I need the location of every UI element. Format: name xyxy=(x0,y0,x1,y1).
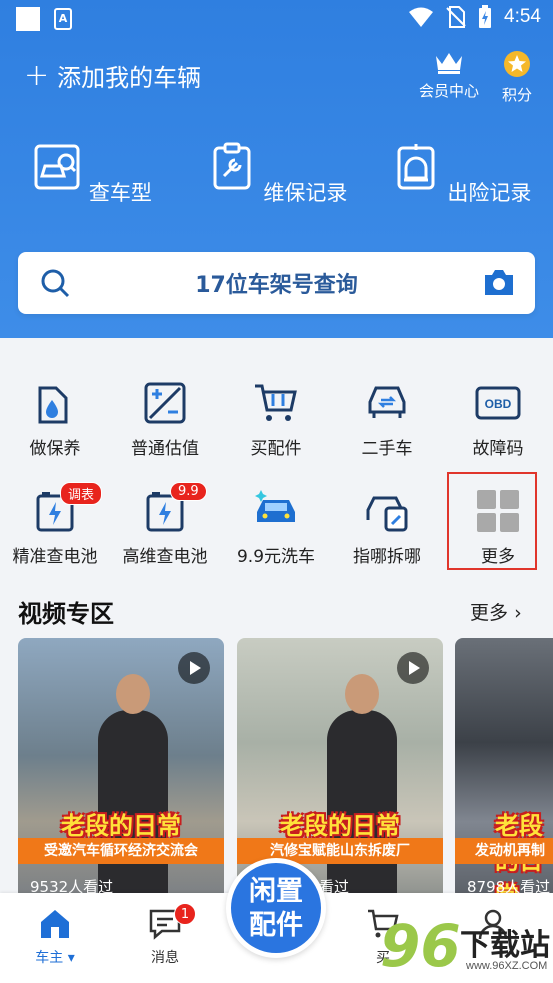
quick-nav-car-model[interactable]: 查车型 xyxy=(17,142,167,207)
quick-nav-label: 查车型 xyxy=(88,181,152,205)
video-thumbnail xyxy=(98,674,168,900)
play-icon[interactable] xyxy=(397,652,429,684)
section-title: 视频专区 xyxy=(18,600,114,628)
maintenance-icon xyxy=(213,142,251,190)
camera-icon[interactable] xyxy=(483,267,515,297)
video-title: 老段的日常 xyxy=(61,812,181,840)
oil-icon xyxy=(38,386,68,424)
grid-item-label: 普通估值 xyxy=(131,439,199,459)
idle-parts-line1: 闲置 xyxy=(249,876,303,907)
svg-text:OBD: OBD xyxy=(485,397,512,411)
nav-label: 消息 xyxy=(151,950,179,966)
star-coin-icon xyxy=(504,51,530,77)
vip-center-label: 会员中心 xyxy=(418,82,479,100)
video-card[interactable]: 老段的日常 发动机再制 8798人看过 xyxy=(455,638,553,900)
grid-item-label: 高维查电池 xyxy=(122,547,208,567)
car-wash-icon xyxy=(255,490,295,522)
quick-nav-label: 维保记录 xyxy=(263,181,348,205)
grid-item-label: 二手车 xyxy=(361,439,413,459)
video-subtitle: 受邀汽车循环经济交流会 xyxy=(18,838,224,864)
car-search-icon xyxy=(34,144,80,190)
grid-item-battery-precise[interactable]: 调表 精准查电池 xyxy=(0,482,110,567)
idle-parts-line2: 配件 xyxy=(249,910,303,941)
grid-item-valuation[interactable]: 普通估值 xyxy=(110,380,220,459)
grid-item-used-car[interactable]: 二手车 xyxy=(332,380,442,459)
wifi-icon xyxy=(409,7,434,27)
message-badge: 1 xyxy=(174,903,196,925)
grid-item-repair[interactable]: 指哪拆哪 xyxy=(332,488,442,567)
accident-icon xyxy=(397,144,435,190)
add-car-button[interactable]: + 添加我的车辆 xyxy=(24,58,201,93)
quick-nav-accident[interactable]: 出险记录 xyxy=(386,142,536,207)
grid-item-fault-code[interactable]: OBD 故障码 xyxy=(443,380,553,459)
cart-icon xyxy=(255,384,297,421)
nav-home[interactable]: 车主 ▾ xyxy=(20,907,90,967)
search-icon xyxy=(41,269,70,298)
idle-parts-button[interactable]: 闲置 配件 xyxy=(226,858,326,958)
grid-item-car-wash[interactable]: 9.9元洗车 xyxy=(221,488,331,567)
valuation-icon xyxy=(144,382,186,424)
notification-icon xyxy=(16,7,40,31)
video-more-link[interactable]: 更多 › xyxy=(470,598,522,625)
badge: 调表 xyxy=(60,482,103,505)
home-icon xyxy=(41,910,69,938)
grid-item-label: 做保养 xyxy=(29,439,81,459)
vin-search-bar[interactable]: 17位车架号查询 xyxy=(18,252,535,314)
grid-item-maintenance[interactable]: 做保养 xyxy=(0,380,110,459)
status-bar: A 4:54 xyxy=(0,0,553,38)
grid-item-label: 9.9元洗车 xyxy=(236,547,316,567)
video-subtitle: 发动机再制 xyxy=(455,838,553,864)
highlight-box xyxy=(447,472,537,570)
obd-icon: OBD xyxy=(475,386,521,420)
grid-item-label: 精准查电池 xyxy=(12,547,98,567)
app-notification-icon: A xyxy=(54,8,72,30)
clock: 4:54 xyxy=(504,6,541,27)
vin-search-placeholder: 17位车架号查询 xyxy=(195,273,358,298)
watermark-text: 下载站 xyxy=(460,928,550,963)
badge: 9.9 xyxy=(170,482,207,501)
chevron-right-icon: › xyxy=(514,602,522,624)
repair-icon xyxy=(366,496,408,532)
caret-down-icon: ▾ xyxy=(67,950,75,966)
grid-item-label: 买配件 xyxy=(250,439,302,459)
play-icon[interactable] xyxy=(178,652,210,684)
add-car-label: 添加我的车辆 xyxy=(57,64,202,92)
nav-label: 车主 xyxy=(35,950,64,966)
watermark: 96 下载站 www.96XZ.COM xyxy=(380,912,553,983)
vip-center-button[interactable]: 会员中心 xyxy=(414,50,484,101)
crown-icon xyxy=(436,53,462,74)
quick-nav-label: 出险记录 xyxy=(447,181,532,205)
watermark-url: www.96XZ.COM xyxy=(466,960,548,972)
watermark-logo-number: 96 xyxy=(380,912,461,980)
video-thumbnail xyxy=(327,674,397,900)
used-car-icon xyxy=(368,386,406,418)
points-button[interactable]: 积分 xyxy=(484,50,550,105)
grid-item-label: 故障码 xyxy=(472,439,524,459)
more-label: 更多 xyxy=(470,602,509,624)
quick-nav-maintenance[interactable]: 维保记录 xyxy=(202,142,352,207)
video-title: 老段的日常 xyxy=(280,812,400,840)
nav-messages[interactable]: 1 消息 xyxy=(130,903,200,967)
no-sim-icon xyxy=(446,6,466,28)
plus-icon: + xyxy=(24,57,50,93)
points-label: 积分 xyxy=(501,86,532,104)
battery-charging-icon xyxy=(479,5,492,28)
grid-item-label: 指哪拆哪 xyxy=(353,547,421,567)
grid-item-parts[interactable]: 买配件 xyxy=(221,380,331,459)
video-card[interactable]: 老段的日常 受邀汽车循环经济交流会 9532人看过 xyxy=(18,638,224,900)
grid-item-battery-hd[interactable]: 9.9 高维查电池 xyxy=(110,482,220,567)
